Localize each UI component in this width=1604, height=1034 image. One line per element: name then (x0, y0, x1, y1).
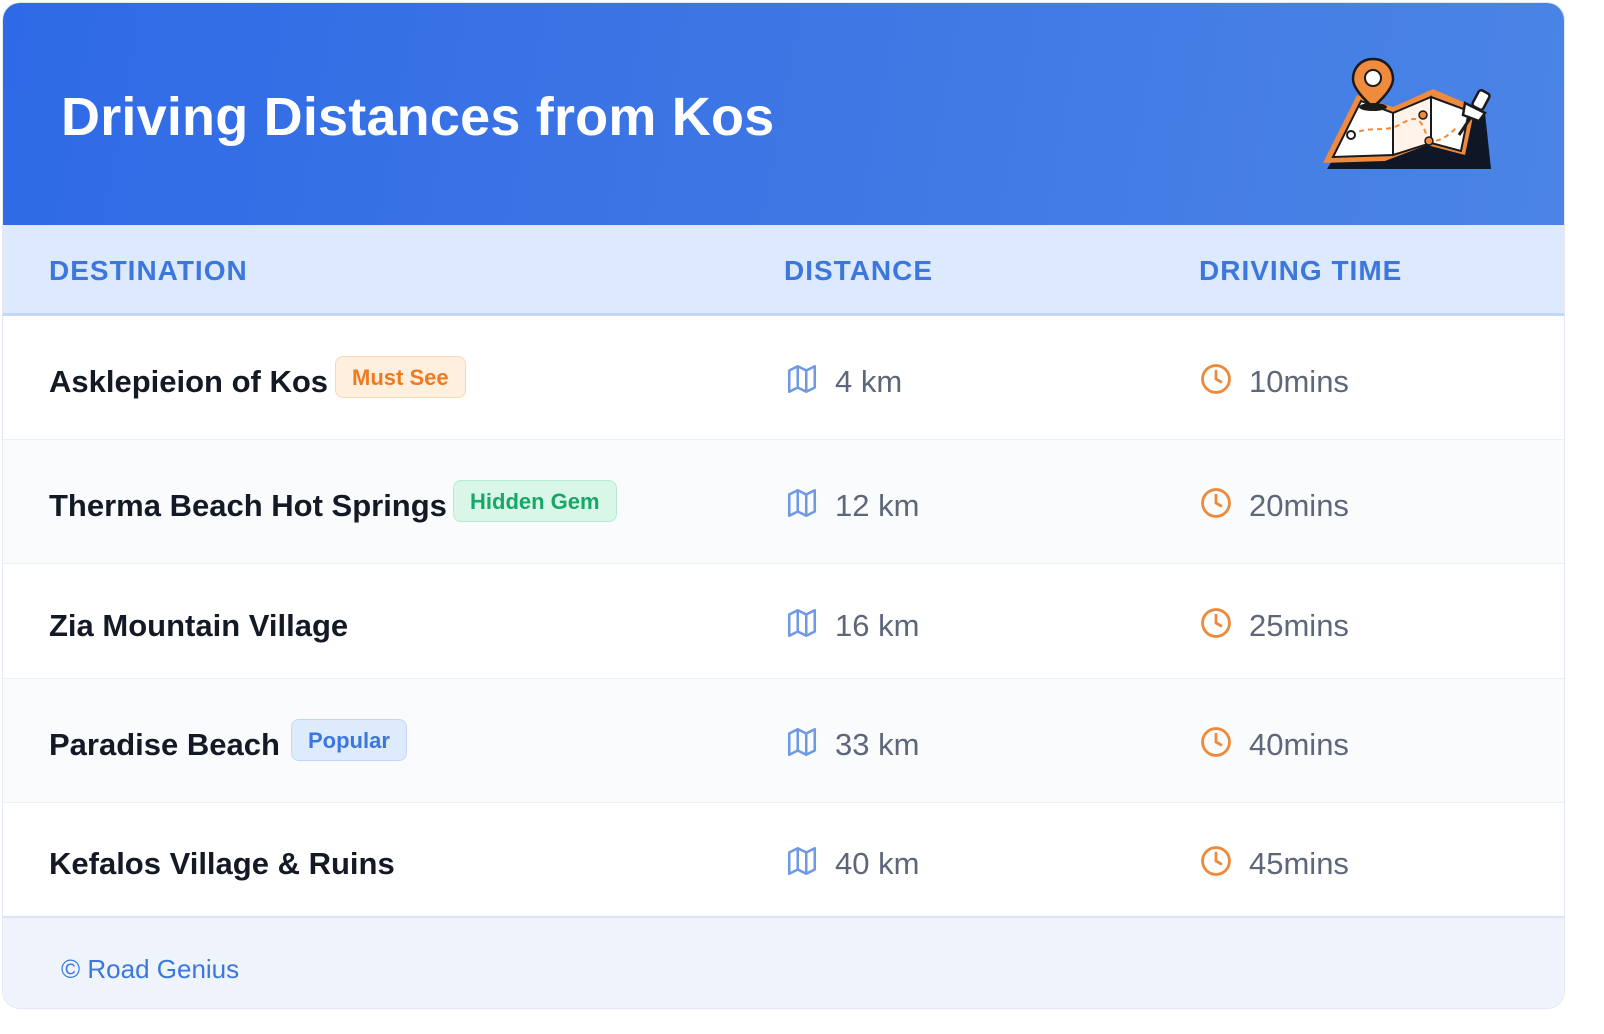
status-badge: Popular (291, 719, 407, 761)
table-row: Zia Mountain Village 16 km 25mins (3, 564, 1564, 679)
destination-name: Paradise Beach (49, 727, 280, 762)
distance-value: 16 km (835, 608, 920, 643)
clock-icon (1201, 727, 1231, 757)
driving-time-value: 40mins (1249, 727, 1349, 762)
clock-icon (1201, 488, 1231, 518)
status-badge: Must See (335, 356, 466, 398)
table-header: DESTINATION DISTANCE DRIVING TIME (3, 225, 1564, 316)
column-header-destination: DESTINATION (49, 255, 248, 286)
column-header-distance: DISTANCE (784, 255, 934, 286)
clock-icon (1201, 608, 1231, 638)
distance-value: 4 km (835, 364, 903, 399)
table-row: Kefalos Village & Ruins 40 km 45mins (3, 803, 1564, 916)
map-icon (787, 846, 817, 876)
card-footer: © Road Genius (3, 916, 1564, 1008)
driving-time-value: 25mins (1249, 608, 1349, 643)
destination-name: Kefalos Village & Ruins (49, 846, 395, 881)
card-header: Driving Distances from Kos (3, 3, 1564, 225)
footer-credit: © Road Genius (61, 954, 240, 984)
destination-name: Zia Mountain Village (49, 608, 349, 643)
map-icon (787, 727, 817, 757)
distance-value: 40 km (835, 846, 920, 881)
clock-icon (1201, 364, 1231, 394)
driving-time-value: 10mins (1249, 364, 1349, 399)
driving-time-value: 45mins (1249, 846, 1349, 881)
map-with-pins-icon (1323, 57, 1491, 169)
table-row: Asklepieion of Kos Must See 4 km 10mins (3, 316, 1564, 440)
status-badge: Hidden Gem (453, 480, 617, 522)
table-row: Paradise Beach Popular 33 km 40mins (3, 679, 1564, 803)
destination-name: Asklepieion of Kos (49, 364, 329, 399)
distance-value: 12 km (835, 488, 920, 523)
distance-card: Driving Distances from Kos DESTINATION D… (2, 2, 1565, 1009)
destination-name: Therma Beach Hot Springs (49, 488, 447, 523)
map-icon (787, 488, 817, 518)
distance-value: 33 km (835, 727, 920, 762)
page-title: Driving Distances from Kos (61, 87, 775, 147)
map-icon (787, 608, 817, 638)
clock-icon (1201, 846, 1231, 876)
driving-time-value: 20mins (1249, 488, 1349, 523)
column-header-driving-time: DRIVING TIME (1199, 255, 1403, 286)
map-icon (787, 364, 817, 394)
table-row: Therma Beach Hot Springs Hidden Gem 12 k… (3, 440, 1564, 564)
